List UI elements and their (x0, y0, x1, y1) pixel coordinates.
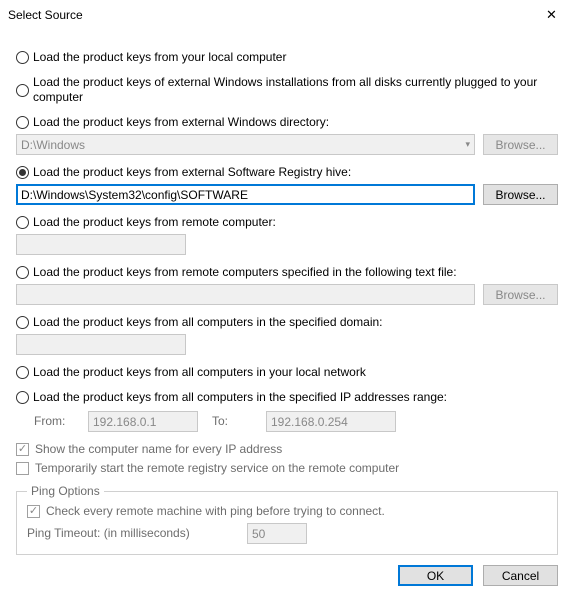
ping-options-legend: Ping Options (27, 484, 104, 498)
option-domain-row[interactable]: Load the product keys from all computers… (16, 315, 558, 330)
option-domain-label: Load the product keys from all computers… (33, 315, 383, 330)
remote-textfile-input-line: Browse... (16, 284, 558, 305)
option-external-all-disks-label: Load the product keys of external Window… (33, 75, 558, 105)
radio-icon (16, 316, 29, 329)
ip-from-label: From: (34, 414, 74, 429)
domain-input-line (16, 334, 558, 355)
option-local-label: Load the product keys from your local co… (33, 50, 286, 65)
radio-icon (16, 391, 29, 404)
option-remote-computer-label: Load the product keys from remote comput… (33, 215, 276, 230)
option-remote-textfile-label: Load the product keys from remote comput… (33, 265, 457, 280)
close-icon: ✕ (546, 7, 557, 23)
ping-check-label: Check every remote machine with ping bef… (46, 504, 385, 519)
remote-textfile-input[interactable] (16, 284, 475, 305)
show-computer-name-label: Show the computer name for every IP addr… (35, 442, 282, 457)
ping-timeout-label: Ping Timeout: (in milliseconds) (27, 526, 237, 541)
radio-icon (16, 266, 29, 279)
remote-computer-input-line (16, 234, 558, 255)
option-local-row[interactable]: Load the product keys from your local co… (16, 50, 558, 65)
option-remote-computer-row[interactable]: Load the product keys from remote comput… (16, 215, 558, 230)
ping-timeout-input[interactable] (247, 523, 307, 544)
ping-check-row[interactable]: Check every remote machine with ping bef… (27, 504, 547, 519)
show-computer-name-row[interactable]: Show the computer name for every IP addr… (16, 442, 558, 457)
ip-from-input[interactable] (88, 411, 198, 432)
browse-textfile-button[interactable]: Browse... (483, 284, 558, 305)
option-windows-dir-label: Load the product keys from external Wind… (33, 115, 329, 130)
radio-icon (16, 216, 29, 229)
windows-dir-combo[interactable]: D:\Windows ▾ (16, 134, 475, 155)
option-windows-dir-row[interactable]: Load the product keys from external Wind… (16, 115, 558, 130)
windows-dir-input-line: D:\Windows ▾ Browse... (16, 134, 558, 155)
dialog-content: Load the product keys from your local co… (0, 30, 574, 555)
checkbox-icon (16, 443, 29, 456)
temp-remote-registry-row[interactable]: Temporarily start the remote registry se… (16, 461, 558, 476)
window-title: Select Source (8, 8, 83, 22)
radio-icon (16, 166, 29, 179)
ip-to-label: To: (212, 414, 252, 429)
option-software-hive-row[interactable]: Load the product keys from external Soft… (16, 165, 558, 180)
browse-windows-dir-button[interactable]: Browse... (483, 134, 558, 155)
remote-computer-input[interactable] (16, 234, 186, 255)
option-local-network-label: Load the product keys from all computers… (33, 365, 366, 380)
titlebar: Select Source ✕ (0, 0, 574, 30)
software-hive-input-line: Browse... (16, 184, 558, 205)
ping-options-group: Ping Options Check every remote machine … (16, 484, 558, 555)
option-ip-range-label: Load the product keys from all computers… (33, 390, 447, 405)
radio-icon (16, 366, 29, 379)
domain-input[interactable] (16, 334, 186, 355)
radio-icon (16, 116, 29, 129)
ok-button[interactable]: OK (398, 565, 473, 586)
option-external-all-disks-row[interactable]: Load the product keys of external Window… (16, 75, 558, 105)
ip-range-inputs: From: To: (34, 411, 558, 432)
radio-icon (16, 84, 29, 97)
option-local-network-row[interactable]: Load the product keys from all computers… (16, 365, 558, 380)
software-hive-input[interactable] (16, 184, 475, 205)
cancel-button[interactable]: Cancel (483, 565, 558, 586)
checkbox-icon (27, 505, 40, 518)
browse-software-hive-button[interactable]: Browse... (483, 184, 558, 205)
ping-timeout-row: Ping Timeout: (in milliseconds) (27, 523, 547, 544)
temp-remote-registry-label: Temporarily start the remote registry se… (35, 461, 399, 476)
radio-icon (16, 51, 29, 64)
dialog-footer: OK Cancel (398, 565, 558, 586)
option-remote-textfile-row[interactable]: Load the product keys from remote comput… (16, 265, 558, 280)
checkbox-icon (16, 462, 29, 475)
ip-to-input[interactable] (266, 411, 396, 432)
option-ip-range-row[interactable]: Load the product keys from all computers… (16, 390, 558, 405)
option-software-hive-label: Load the product keys from external Soft… (33, 165, 351, 180)
close-button[interactable]: ✕ (529, 0, 574, 30)
windows-dir-value: D:\Windows (21, 138, 85, 152)
chevron-down-icon: ▾ (465, 139, 470, 150)
